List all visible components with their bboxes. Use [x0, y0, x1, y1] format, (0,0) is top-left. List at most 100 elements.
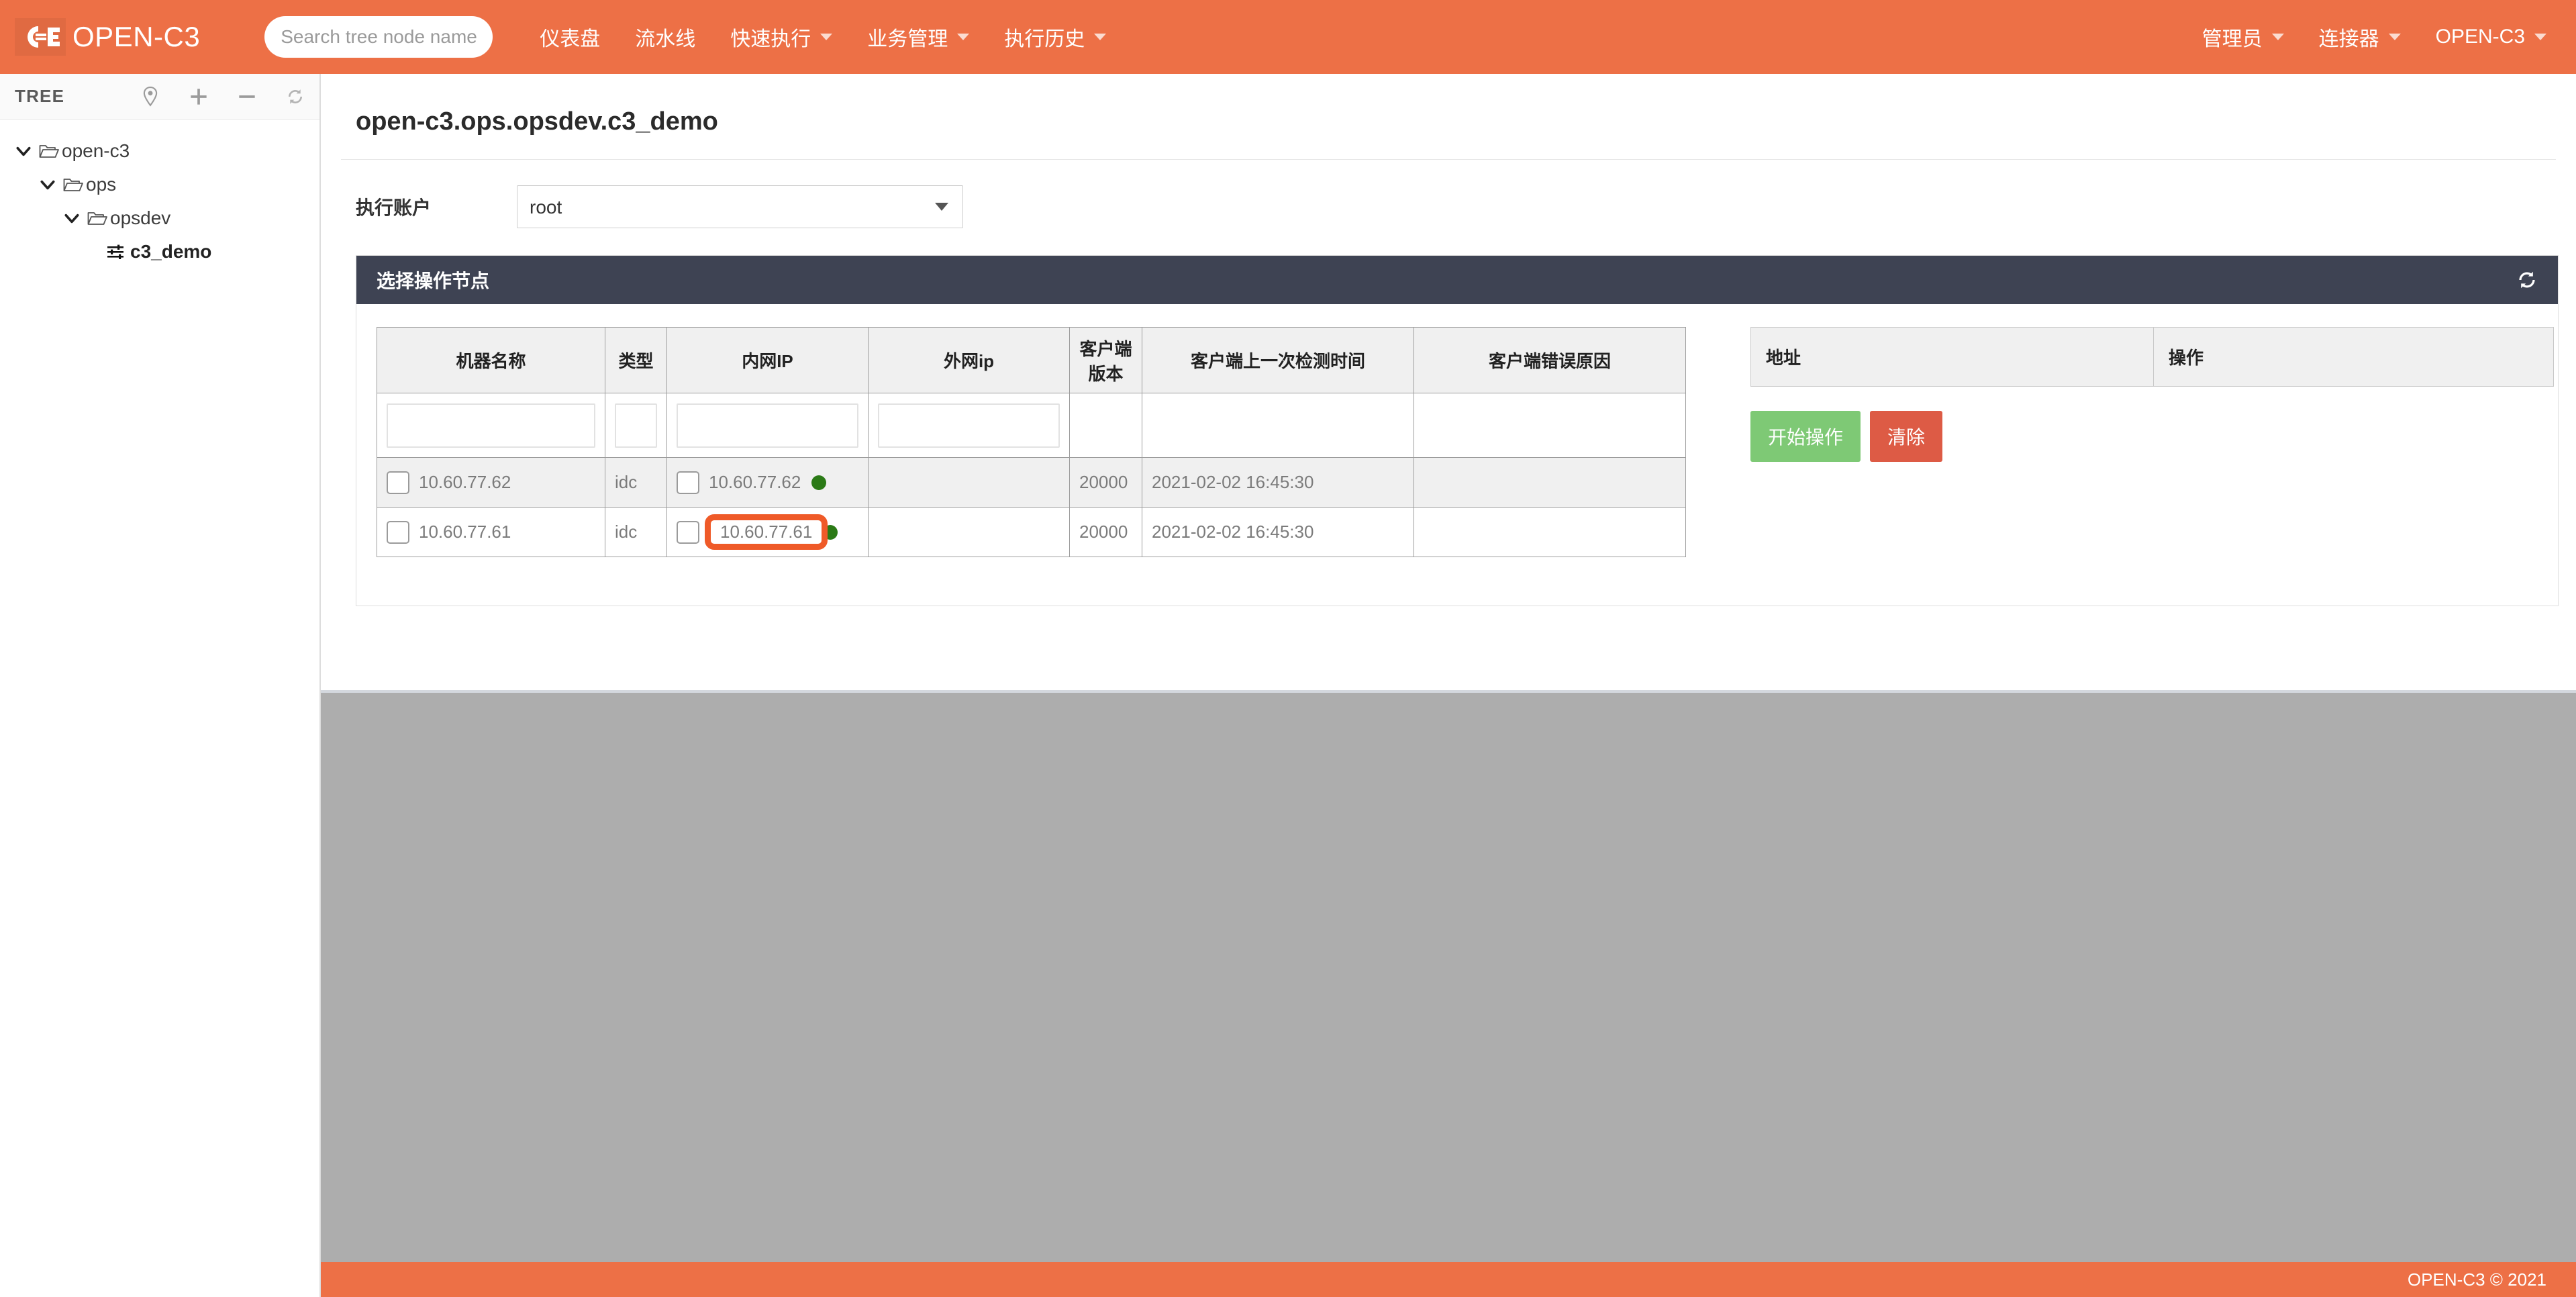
chevron-down-icon	[2388, 34, 2401, 40]
col-header-type[interactable]: 类型	[605, 327, 667, 393]
col-header-last-check[interactable]: 客户端上一次检测时间	[1142, 327, 1414, 393]
page-title: open-c3.ops.opsdev.c3_demo	[341, 74, 2556, 160]
nav-item-label: 连接器	[2318, 28, 2379, 50]
row-select-checkbox[interactable]	[387, 520, 409, 544]
nav-item-business-mgmt[interactable]: 业务管理	[850, 0, 987, 74]
inner-ip-checkbox[interactable]	[677, 520, 699, 544]
select-nodes-panel: 选择操作节点 机器名称 类型 内网IP 外网ip 客户端版本 客户端上一次检测时…	[356, 255, 2559, 606]
filter-input-machine-name[interactable]	[387, 403, 595, 448]
chevron-down-icon[interactable]	[39, 176, 56, 193]
plus-icon[interactable]	[189, 87, 208, 107]
footer-copyright: OPEN-C3 © 2021	[2407, 1269, 2546, 1290]
minus-icon[interactable]	[238, 87, 256, 107]
nav-item-exec-history[interactable]: 执行历史	[987, 0, 1124, 74]
clear-button[interactable]: 清除	[1870, 411, 1943, 462]
chevron-down-icon[interactable]	[15, 142, 32, 160]
nav-item-admin[interactable]: 管理员	[2185, 0, 2301, 74]
nav-item-quick-exec[interactable]: 快速执行	[713, 0, 850, 74]
cell-client-version: 20000	[1069, 457, 1142, 508]
filter-cell-type	[605, 393, 667, 458]
nav-item-connector[interactable]: 连接器	[2301, 0, 2418, 74]
search-input[interactable]	[264, 16, 493, 58]
col-header-client-version[interactable]: 客户端版本	[1069, 327, 1142, 393]
sliders-icon	[107, 244, 123, 259]
inner-ip-checkbox[interactable]	[677, 471, 699, 494]
main-content: open-c3.ops.opsdev.c3_demo 执行账户 root 选择操…	[321, 74, 2576, 690]
chevron-down-icon	[1094, 34, 1107, 40]
nav-item-label: 快速执行	[730, 28, 811, 50]
table-row[interactable]: 10.60.77.61 idc 10.60.77.61 20000 2021-0…	[377, 507, 1686, 557]
cell-inner-ip: 10.60.77.61	[666, 507, 869, 557]
chevron-down-icon	[2271, 34, 2284, 40]
cell-type: idc	[605, 507, 667, 557]
col-header-outer-ip[interactable]: 外网ip	[868, 327, 1070, 393]
chevron-down-icon[interactable]	[63, 209, 81, 227]
nav-item-label: 管理员	[2201, 28, 2263, 50]
col-header-address: 地址	[1750, 327, 2154, 387]
filter-cell-outer-ip	[868, 393, 1070, 458]
nav-item-label: 仪表盘	[540, 28, 601, 50]
filter-cell-inner-ip	[666, 393, 869, 458]
filter-input-inner-ip[interactable]	[677, 403, 858, 448]
refresh-icon[interactable]	[2516, 269, 2538, 291]
nav-item-label: 执行历史	[1004, 28, 1085, 50]
nav-item-pipeline[interactable]: 流水线	[617, 0, 713, 74]
cell-outer-ip	[868, 457, 1070, 508]
nav-item-user-menu[interactable]: OPEN-C3	[2418, 0, 2564, 74]
nav-item-label: 业务管理	[867, 28, 948, 50]
node-table: 机器名称 类型 内网IP 外网ip 客户端版本 客户端上一次检测时间 客户端错误…	[377, 327, 1686, 557]
folder-open-icon	[87, 212, 107, 225]
filter-cell-machine-name	[377, 393, 605, 458]
col-header-error-reason[interactable]: 客户端错误原因	[1414, 327, 1686, 393]
cell-outer-ip	[868, 507, 1070, 557]
tree-body: open-c3 ops opsdev c3_demo	[0, 119, 319, 269]
table-row[interactable]: 10.60.77.62 idc 10.60.77.62 20000 2021-0…	[377, 457, 1686, 508]
filter-cell-last-check	[1142, 393, 1414, 458]
tree-node-open-c3[interactable]: open-c3	[0, 134, 319, 168]
tree-node-label: opsdev	[110, 207, 171, 228]
cell-type: idc	[605, 457, 667, 508]
cell-last-check: 2021-02-02 16:45:30	[1142, 457, 1414, 508]
address-table-header-row: 地址 操作	[1750, 327, 2554, 387]
col-header-machine-name[interactable]: 机器名称	[377, 327, 605, 393]
nav-right-menu: 管理员 连接器 OPEN-C3	[2185, 0, 2564, 74]
panel-body: 机器名称 类型 内网IP 外网ip 客户端版本 客户端上一次检测时间 客户端错误…	[356, 304, 2558, 606]
row-select-checkbox[interactable]	[387, 471, 409, 494]
filter-input-type[interactable]	[615, 403, 657, 448]
tree-node-c3-demo[interactable]: c3_demo	[0, 235, 319, 269]
col-header-operation: 操作	[2153, 327, 2554, 387]
tree-node-opsdev[interactable]: opsdev	[0, 201, 319, 235]
brand-logo[interactable]: OPEN-C3	[15, 0, 200, 74]
refresh-icon[interactable]	[286, 87, 305, 107]
filter-input-outer-ip[interactable]	[878, 403, 1060, 448]
highlight-annotation: 10.60.77.61	[705, 514, 828, 550]
nav-item-label: OPEN-C3	[2435, 26, 2525, 48]
inner-ip-text: 10.60.77.62	[709, 472, 801, 492]
top-navbar: OPEN-C3 仪表盘 流水线 快速执行 业务管理 执行历史 管理员 连接器	[0, 0, 2576, 74]
cell-error-reason	[1414, 457, 1686, 508]
page-footer: OPEN-C3 © 2021	[321, 1262, 2576, 1297]
chevron-down-icon	[820, 34, 833, 40]
cell-error-reason	[1414, 507, 1686, 557]
account-form-row: 执行账户 root	[341, 160, 2556, 248]
tree-node-ops[interactable]: ops	[0, 168, 319, 201]
col-header-inner-ip[interactable]: 内网IP	[666, 327, 869, 393]
chevron-down-icon	[2534, 34, 2546, 40]
exec-account-select[interactable]: root	[517, 185, 963, 228]
folder-open-icon	[39, 145, 59, 158]
folder-open-icon	[63, 179, 83, 191]
tree-header: TREE	[0, 74, 319, 119]
tree-sidebar: TREE open-c3 ops opsdev c3_demo	[0, 74, 321, 1297]
tree-panel-title: TREE	[15, 86, 65, 106]
brand-title: OPEN-C3	[72, 21, 201, 52]
start-operation-button[interactable]: 开始操作	[1750, 411, 1861, 462]
filter-cell-client-version	[1069, 393, 1142, 458]
action-buttons: 开始操作 清除	[1750, 411, 2554, 462]
cell-machine-name: 10.60.77.61	[377, 507, 605, 557]
location-pin-icon[interactable]	[141, 86, 160, 107]
nav-item-dashboard[interactable]: 仪表盘	[522, 0, 617, 74]
panel-header: 选择操作节点	[356, 256, 2558, 304]
node-table-filter-row	[377, 393, 1686, 458]
machine-name-text: 10.60.77.62	[419, 472, 511, 492]
nav-item-label: 流水线	[635, 28, 696, 50]
